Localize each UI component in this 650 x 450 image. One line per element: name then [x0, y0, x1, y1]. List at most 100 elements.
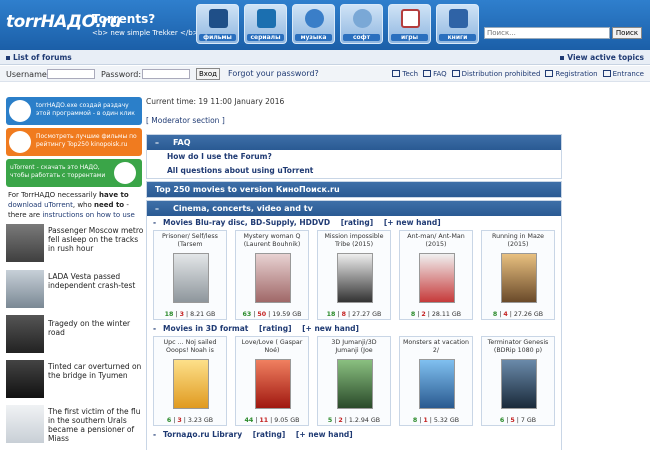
movie-card[interactable]: Running in Maze (2015) 8 | 4 | 27.26 GB: [481, 230, 555, 320]
category-games[interactable]: игры: [388, 4, 431, 44]
movie-poster[interactable]: [173, 359, 209, 409]
tv-icon: [257, 9, 276, 28]
movie-card[interactable]: Monsters at vacation 2/ 8 | 1 | 5.32 GB: [399, 336, 473, 426]
moderator-section-link[interactable]: [ Moderator section ]: [146, 116, 225, 125]
film-icon: [209, 9, 228, 28]
password-input[interactable]: [142, 69, 190, 79]
subforum-name[interactable]: Movies in 3D format: [163, 324, 248, 333]
new-hand-link[interactable]: [+ new hand]: [296, 430, 353, 439]
forgot-password-link[interactable]: Forgot your password?: [228, 69, 319, 78]
entrance-link[interactable]: Entrance: [603, 70, 644, 78]
banner-utorrent[interactable]: uTorrent - скачать это НАДО, чтобы работ…: [6, 159, 142, 187]
new-hand-link[interactable]: [+ new hand]: [384, 218, 441, 227]
category-label: софт: [343, 34, 380, 41]
music-icon: [305, 9, 324, 28]
download-link[interactable]: download: [8, 201, 42, 209]
search-button[interactable]: Поиск: [612, 27, 642, 39]
username-input[interactable]: [47, 69, 95, 79]
new-hand-link[interactable]: [+ new hand]: [302, 324, 359, 333]
news-item[interactable]: Tragedy on the winter road: [6, 315, 142, 353]
category-label: книги: [439, 34, 476, 41]
rating-link[interactable]: [rating]: [253, 430, 285, 439]
movie-poster[interactable]: [501, 359, 537, 409]
square-bullet-icon: [560, 56, 565, 60]
login-bar: Username: Password: Вход Forgot your pas…: [0, 66, 650, 82]
movie-card[interactable]: Love/Love ( Gaspar Noé) 44 | 11 | 9.05 G…: [235, 336, 309, 426]
search-input[interactable]: [484, 27, 610, 39]
category-films[interactable]: фильмы: [196, 4, 239, 44]
category-label: фильмы: [199, 34, 236, 41]
category-series[interactable]: сериалы: [244, 4, 287, 44]
news-item[interactable]: Passenger Moscow metro fell asleep on th…: [6, 224, 143, 262]
banner-text: Посмотреть лучшие фильмы по рейтингу Top…: [36, 133, 137, 148]
current-time: Current time: 19 11:00 January 2016: [146, 97, 285, 106]
movie-poster[interactable]: [337, 253, 373, 303]
movie-poster[interactable]: [337, 359, 373, 409]
top250-block: Top 250 movies to version КиноПоиск.ru: [146, 181, 562, 198]
faq-item[interactable]: All questions about using uTorrent: [147, 164, 561, 178]
forum-navbar: List of forums View active topics: [0, 50, 650, 65]
movie-card[interactable]: Ant-man/ Ant-Man (2015) 8 | 2 | 28.11 GB: [399, 230, 473, 320]
registration-link[interactable]: Registration: [545, 70, 597, 78]
movie-poster[interactable]: [419, 359, 455, 409]
movie-poster[interactable]: [255, 359, 291, 409]
movie-row: Prisoner/ Self/less (Tarsem 18 | 3 | 8.2…: [147, 230, 561, 320]
cinema-block: – Cinema, concerts, video and tv - Movies …: [146, 200, 562, 450]
banner-text: uTorrent - скачать это НАДО, чтобы работ…: [10, 164, 106, 179]
movie-poster[interactable]: [173, 253, 209, 303]
disc-icon: [353, 9, 372, 28]
username-label: Username:: [6, 70, 50, 79]
subforum-bluray: - Movies Blu-ray disc, BD-Supply, HDDVD […: [153, 218, 441, 227]
utorrent-link[interactable]: uTorrent: [44, 201, 73, 209]
subforum-name[interactable]: Movies Blu-ray disc, BD-Supply, HDDVD: [163, 218, 330, 227]
news-thumbnail: [6, 360, 44, 398]
subforum-library: - Tornадо.ru Library [rating] [+ new hand…: [153, 430, 353, 439]
banner-torrnado-exe[interactable]: torrНАДО.exe создай раздачу этой програм…: [6, 97, 142, 125]
movie-poster[interactable]: [255, 253, 291, 303]
login-button[interactable]: Вход: [196, 68, 220, 80]
list-of-forums-link[interactable]: List of forums: [6, 53, 72, 62]
faq-item[interactable]: How do I use the Forum?: [147, 150, 561, 164]
square-bullet-icon: [6, 56, 10, 60]
news-item[interactable]: The first victim of the flu in the south…: [6, 405, 142, 447]
subforum-name[interactable]: Tornадо.ru Library: [163, 430, 242, 439]
movie-card[interactable]: Terminator Genesis (BDRip 1080 p) 6 | 5 …: [481, 336, 555, 426]
category-books[interactable]: книги: [436, 4, 479, 44]
movie-card[interactable]: 3D Jumanji/3D Jumanji (Joe 5 | 2 | 1.2.9…: [317, 336, 391, 426]
cinema-header[interactable]: – Cinema, concerts, video and tv: [147, 201, 561, 216]
banner-top250[interactable]: Посмотреть лучшие фильмы по рейтингу Top…: [6, 128, 142, 156]
collapse-icon: –: [155, 138, 159, 147]
news-thumbnail: [6, 224, 44, 262]
rating-link[interactable]: [rating]: [341, 218, 373, 227]
password-label: Password:: [101, 70, 142, 79]
top250-header[interactable]: Top 250 movies to version КиноПоиск.ru: [147, 182, 561, 197]
banner-text: torrНАДО.exe создай раздачу этой програм…: [36, 102, 135, 117]
utorrent-info: For TorrНАДО necessarily have to downloa…: [8, 191, 135, 219]
site-subtitle: <b> new simple Trekker </b>: [92, 29, 199, 37]
rating-link[interactable]: [rating]: [259, 324, 291, 333]
movie-poster[interactable]: [501, 253, 537, 303]
news-item[interactable]: Tinted car overturned on the bridge in T…: [6, 360, 142, 398]
movie-card[interactable]: Mystery woman Q (Laurent Bouhnik) 63 | 5…: [235, 230, 309, 320]
view-active-topics-link[interactable]: View active topics: [560, 53, 644, 62]
movie-card[interactable]: Mission impossible Tribe (2015) 18 | 8 |…: [317, 230, 391, 320]
movie-poster[interactable]: [419, 253, 455, 303]
news-thumbnail: [6, 270, 44, 308]
top-links: Tech FAQ Distribution prohibited Registr…: [392, 70, 644, 78]
distribution-prohibited-link[interactable]: Distribution prohibited: [452, 70, 541, 78]
category-music[interactable]: музыка: [292, 4, 335, 44]
movie-card[interactable]: Prisoner/ Self/less (Tarsem 18 | 3 | 8.2…: [153, 230, 227, 320]
faq-link[interactable]: FAQ: [423, 70, 447, 78]
movie-card[interactable]: Upc ... Noj sailed Ooops! Noah is 6 | 3 …: [153, 336, 227, 426]
site-title: Torrents?: [92, 12, 156, 26]
instructions-link[interactable]: instructions on how to use: [42, 211, 134, 219]
faq-header[interactable]: – FAQ: [147, 135, 561, 150]
category-label: сериалы: [247, 34, 284, 41]
news-item[interactable]: LADA Vesta passed independent crash-test: [6, 270, 142, 308]
tech-link[interactable]: Tech: [392, 70, 418, 78]
movie-row: Upc ... Noj sailed Ooops! Noah is 6 | 3 …: [147, 336, 561, 426]
faq-block: – FAQ How do I use the Forum? All questio…: [146, 134, 562, 179]
site-header: torrНАДО.ru Torrents? <b> new simple Tre…: [0, 0, 650, 50]
category-nav: фильмы сериалы музыка софт игры книги: [196, 4, 479, 44]
category-software[interactable]: софт: [340, 4, 383, 44]
